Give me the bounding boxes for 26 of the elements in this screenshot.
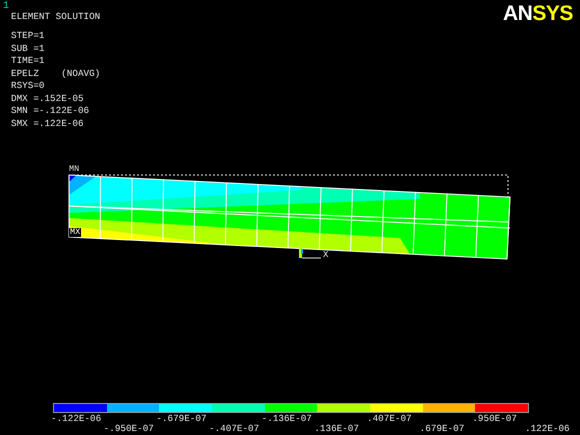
logo-text: AN bbox=[503, 2, 532, 25]
logo-text: SYS bbox=[532, 2, 573, 25]
legend-label: .407E-07 bbox=[367, 414, 412, 424]
axis-triad-icon bbox=[299, 247, 321, 259]
legend-label: .136E-07 bbox=[314, 424, 359, 434]
legend-label: .950E-07 bbox=[472, 414, 517, 424]
window-number: 1 bbox=[3, 1, 10, 12]
info-line: RSYS=0 bbox=[11, 80, 46, 92]
info-line: EPELZ (NOAVG) bbox=[11, 68, 100, 80]
min-marker: MN bbox=[69, 165, 80, 174]
info-line: TIME=1 bbox=[11, 55, 46, 68]
info-line: SUB =1 bbox=[11, 42, 46, 55]
legend-label: .679E-07 bbox=[420, 424, 464, 434]
info-line: STEP=1 bbox=[11, 30, 46, 42]
info-line: SMN =-.122E-06 bbox=[11, 105, 90, 118]
legend-label: .122E-06 bbox=[525, 424, 570, 434]
legend-label: -.407E-07 bbox=[209, 424, 260, 434]
legend-label: -.136E-07 bbox=[262, 414, 312, 424]
axis-label: X bbox=[322, 251, 330, 260]
legend-label: -.122E-06 bbox=[51, 414, 102, 424]
legend-label: -.950E-07 bbox=[104, 424, 154, 434]
plot-title: ELEMENT SOLUTION bbox=[11, 11, 100, 23]
info-line: SMX =.122E-06 bbox=[11, 118, 85, 130]
info-line: DMX =.152E-05 bbox=[11, 92, 85, 105]
max-marker: MX bbox=[69, 228, 82, 237]
legend-label: -.679E-07 bbox=[156, 414, 207, 424]
